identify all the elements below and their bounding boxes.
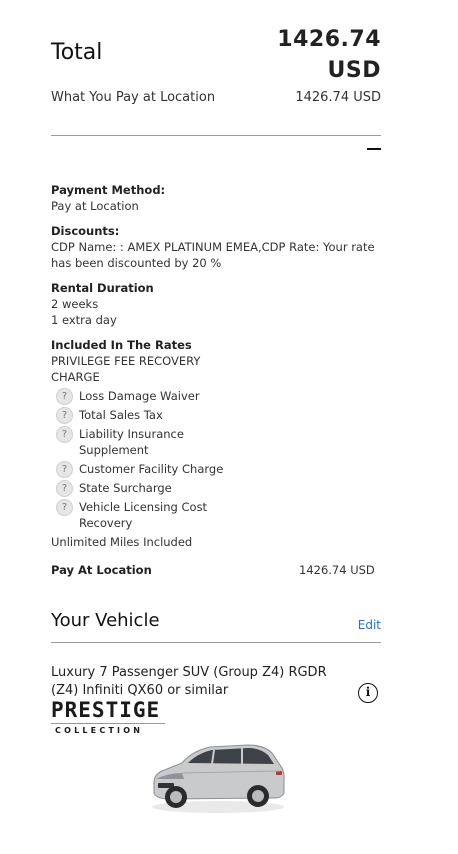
rate-item-label: Total Sales Tax <box>79 408 163 422</box>
unlimited-miles: Unlimited Miles Included <box>51 535 193 549</box>
rental-duration-title: Rental Duration <box>51 281 154 295</box>
rate-item: ? Customer Facility Charge <box>51 461 383 478</box>
divider <box>51 642 381 643</box>
vehicle-image <box>152 744 285 813</box>
prestige-collection-logo: PRESTIGE COLLECTION <box>51 698 169 735</box>
discounts-value: CDP Name: : AMEX PLATINUM EMEA,CDP Rate:… <box>51 240 375 270</box>
vehicle-header: Your Vehicle Edit <box>51 610 381 638</box>
rate-item-label: Vehicle Licensing Cost Recovery <box>79 500 208 530</box>
question-icon[interactable]: ? <box>56 461 73 478</box>
rate-item: ? Loss Damage Waiver <box>51 388 383 405</box>
included-fee: PRIVILEGE FEE RECOVERY CHARGE <box>51 354 201 384</box>
total-label: Total <box>51 40 103 65</box>
total-amount-currency: USD <box>327 58 381 83</box>
pay-at-location-label: Pay At Location <box>51 563 152 577</box>
collapse-icon[interactable] <box>367 148 381 150</box>
rate-item: ? Total Sales Tax <box>51 407 383 424</box>
rate-details: Payment Method: Pay at Location Discount… <box>51 182 383 580</box>
question-icon[interactable]: ? <box>56 480 73 497</box>
rental-duration-line: 1 extra day <box>51 313 117 327</box>
included-rates-block: Included In The Rates PRIVILEGE FEE RECO… <box>51 337 383 550</box>
rental-duration-block: Rental Duration 2 weeks 1 extra day <box>51 280 383 328</box>
discounts-block: Discounts: CDP Name: : AMEX PLATINUM EME… <box>51 223 383 271</box>
prestige-logo-line <box>51 723 165 724</box>
edit-vehicle-link[interactable]: Edit <box>358 618 381 632</box>
payment-method-title: Payment Method: <box>51 183 166 197</box>
vehicle-section-title: Your Vehicle <box>51 610 160 631</box>
pay-at-location-row: Pay At Location 1426.74 USD <box>51 562 383 580</box>
total-section: Total 1426.74 USD <box>51 24 381 83</box>
payment-method-value: Pay at Location <box>51 199 139 213</box>
question-icon[interactable]: ? <box>56 407 73 424</box>
pay-at-location-value: 1426.74 USD <box>299 563 375 577</box>
total-amount: 1426.74 USD <box>241 24 381 86</box>
included-rates-title: Included In The Rates <box>51 338 192 352</box>
vehicle-description: Luxury 7 Passenger SUV (Group Z4) RGDR (… <box>51 665 327 698</box>
pay-at-location-summary-value: 1426.74 USD <box>295 90 381 105</box>
payment-method-block: Payment Method: Pay at Location <box>51 182 383 214</box>
rental-duration-line: 2 weeks <box>51 297 99 311</box>
question-icon[interactable]: ? <box>56 426 73 443</box>
total-amount-value: 1426.74 <box>277 27 381 52</box>
prestige-logo-text: PRESTIGE <box>51 698 161 722</box>
question-icon[interactable]: ? <box>56 388 73 405</box>
rate-item: ? Vehicle Licensing Cost Recovery <box>51 499 241 531</box>
pay-at-location-summary-label: What You Pay at Location <box>51 90 216 105</box>
rate-item-label: State Surcharge <box>79 481 172 495</box>
divider <box>51 135 381 136</box>
rate-item-label: Customer Facility Charge <box>79 462 224 476</box>
rate-item: ? State Surcharge <box>51 480 383 497</box>
rate-item-label: Loss Damage Waiver <box>79 389 200 403</box>
rate-item-label: Liability Insurance Supplement <box>79 427 184 457</box>
rate-item: ? Liability Insurance Supplement <box>51 426 221 458</box>
discounts-title: Discounts: <box>51 224 120 238</box>
question-icon[interactable]: ? <box>56 499 73 516</box>
prestige-logo-subtext: COLLECTION <box>55 726 144 735</box>
info-icon[interactable]: i <box>358 683 378 703</box>
